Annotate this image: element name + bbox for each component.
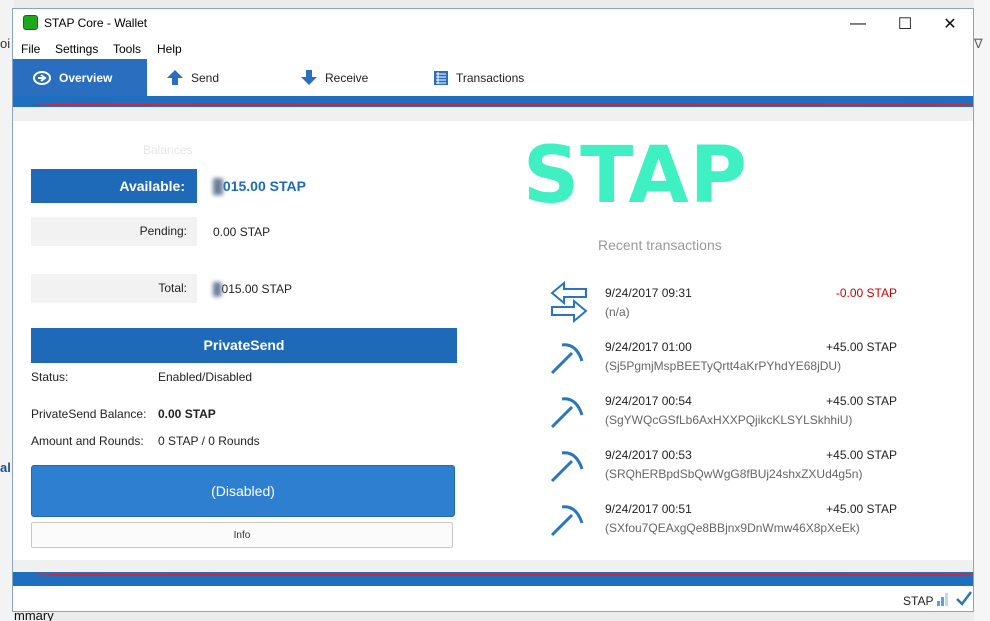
pending-label: Pending: <box>31 217 197 246</box>
title-bar: STAP Core - Wallet — ☐ ✕ <box>13 9 973 39</box>
transaction-address: (Sj5PgmjMspBEETyQrtt4aKrPYhdYE68jDU) <box>605 359 842 373</box>
overview-icon <box>33 70 51 85</box>
tab-receive-label: Receive <box>325 70 369 85</box>
total-value-redacted: █ <box>213 282 222 296</box>
transaction-row[interactable]: 9/24/2017 01:00 +45.00 STAP (Sj5PgmjMspBEE… <box>543 333 903 383</box>
recent-transactions-heading: Recent transactions <box>598 237 722 253</box>
close-button[interactable]: ✕ <box>927 9 973 39</box>
pending-value[interactable]: 0.00 STAP <box>213 225 270 239</box>
transaction-row[interactable]: 9/24/2017 00:53 +45.00 STAP (SRQhERBpdSbQw… <box>543 441 903 491</box>
privatesend-balance-label: PrivateSend Balance: <box>31 407 147 421</box>
privatesend-balance-value: 0.00 STAP <box>158 407 216 421</box>
transaction-date: 9/24/2017 09:31 <box>605 286 692 300</box>
menu-file[interactable]: File <box>21 42 40 56</box>
status-bar: STAP <box>13 586 973 611</box>
background-window-right: ∇ <box>974 0 990 621</box>
header-band-stripe <box>33 103 973 106</box>
payment-to-yourself-icon <box>548 279 590 328</box>
transaction-date: 9/24/2017 00:54 <box>605 394 692 408</box>
menu-settings[interactable]: Settings <box>55 42 98 56</box>
mined-pickaxe-icon <box>548 501 586 542</box>
network-connections-icon[interactable] <box>937 592 949 609</box>
stap-logo: STAP <box>523 131 748 221</box>
overview-content: Balances Available: █015.00 STAP Pending… <box>13 121 973 561</box>
receive-arrow-down-icon <box>301 70 317 85</box>
total-value-text[interactable]: 015.00 STAP <box>222 282 293 296</box>
total-value: █015.00 STAP <box>213 282 292 296</box>
synced-check-icon <box>956 591 972 609</box>
tab-send[interactable]: Send <box>167 59 219 96</box>
transaction-amount: +45.00 STAP <box>826 340 897 354</box>
transaction-address: (n/a) <box>605 305 630 319</box>
footer-band-stripe <box>33 573 973 576</box>
app-logo-icon <box>23 15 38 30</box>
available-value-redacted: █ <box>213 178 223 194</box>
privatesend-rounds-value: 0 STAP / 0 Rounds <box>158 434 260 448</box>
maximize-button[interactable]: ☐ <box>882 9 928 39</box>
tab-overview-label: Overview <box>59 70 113 85</box>
privatesend-rounds-label: Amount and Rounds: <box>31 434 144 448</box>
transaction-amount: -0.00 STAP <box>835 286 897 300</box>
mined-pickaxe-icon <box>548 393 586 434</box>
tab-overview[interactable]: Overview <box>13 59 147 96</box>
menu-help[interactable]: Help <box>157 42 182 56</box>
tab-transactions[interactable]: Transactions <box>434 59 524 96</box>
available-label: Available: <box>31 169 197 203</box>
transactions-list-icon <box>434 70 448 85</box>
tab-transactions-label: Transactions <box>456 70 525 85</box>
footer-band-shadow <box>13 560 973 572</box>
send-arrow-up-icon <box>167 70 183 85</box>
minimize-button[interactable]: — <box>835 9 881 39</box>
transaction-row[interactable]: 9/24/2017 09:31 -0.00 STAP (n/a) <box>543 279 903 329</box>
tab-send-label: Send <box>191 70 220 85</box>
transaction-amount: +45.00 STAP <box>826 502 897 516</box>
privatesend-status-label: Status: <box>31 370 69 384</box>
mined-pickaxe-icon <box>548 339 586 380</box>
transaction-date: 9/24/2017 01:00 <box>605 340 692 354</box>
privatesend-status-value: Enabled/Disabled <box>158 370 253 384</box>
tab-receive[interactable]: Receive <box>301 59 368 96</box>
available-value: █015.00 STAP <box>213 178 306 194</box>
transaction-date: 9/24/2017 00:53 <box>605 448 692 462</box>
total-label: Total: <box>31 274 197 303</box>
transaction-amount: +45.00 STAP <box>826 394 897 408</box>
transaction-row[interactable]: 9/24/2017 00:51 +45.00 STAP (SXfou7QEAxgQe… <box>543 495 903 545</box>
tab-bar: Overview Send Receive Transactions <box>13 59 973 96</box>
transaction-row[interactable]: 9/24/2017 00:54 +45.00 STAP (SgYWQcGSfLb6A… <box>543 387 903 437</box>
menu-bar: File Settings Tools Help <box>13 39 973 59</box>
privatesend-info-button[interactable]: Info <box>31 522 453 548</box>
privatesend-toggle-button[interactable]: (Disabled) <box>31 465 455 517</box>
privatesend-heading: PrivateSend <box>31 328 457 363</box>
transaction-date: 9/24/2017 00:51 <box>605 502 692 516</box>
background-text-bottom: mmary <box>14 611 54 621</box>
header-band-shadow <box>13 107 973 121</box>
balances-heading: Balances <box>143 143 193 157</box>
transaction-address: (SRQhERBpdSbQwWgG8fBUj24shxZXUd4g5n) <box>605 467 863 481</box>
background-funnel-icon: ∇ <box>974 36 983 51</box>
background-text-top: oi <box>0 36 11 51</box>
menu-tools[interactable]: Tools <box>113 42 141 56</box>
transaction-amount: +45.00 STAP <box>826 448 897 462</box>
background-text-mid: al <box>0 460 11 475</box>
mined-pickaxe-icon <box>548 447 586 488</box>
unit-selector[interactable]: STAP <box>903 594 933 608</box>
main-window: STAP Core - Wallet — ☐ ✕ File Settings T… <box>12 8 974 612</box>
window-title: STAP Core - Wallet <box>44 16 148 30</box>
transaction-address: (SgYWQcGSfLb6AxHXXPQjikcKLSYLSkhhiU) <box>605 413 853 427</box>
transaction-address: (SXfou7QEAxgQe8BBjnx9DnWmw46X8pXeEk) <box>605 521 860 535</box>
available-value-text[interactable]: 015.00 STAP <box>223 178 306 194</box>
